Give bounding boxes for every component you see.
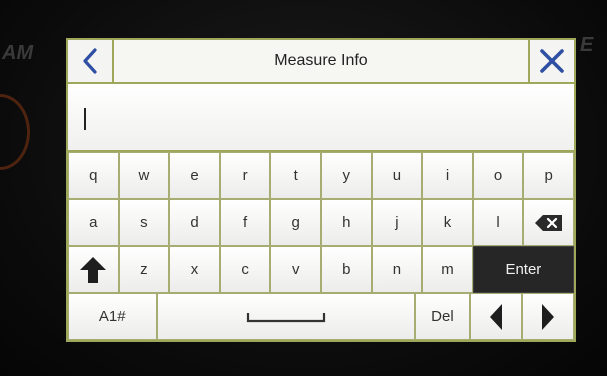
- bezel-decoration-right: E: [580, 34, 594, 56]
- key-p[interactable]: p: [523, 152, 574, 199]
- chevron-left-icon: [83, 48, 97, 74]
- key-w[interactable]: w: [118, 152, 170, 199]
- key-q[interactable]: q: [68, 152, 119, 199]
- key-x[interactable]: x: [169, 246, 220, 293]
- key-b[interactable]: b: [321, 246, 372, 293]
- shift-arrow-up-icon: [80, 256, 107, 283]
- key-i[interactable]: i: [422, 152, 473, 199]
- key-l[interactable]: l: [472, 199, 524, 246]
- key-a[interactable]: a: [68, 199, 119, 246]
- key-c[interactable]: c: [219, 246, 271, 293]
- key-j[interactable]: j: [371, 199, 423, 246]
- key-m[interactable]: m: [422, 246, 473, 293]
- key-e[interactable]: e: [169, 152, 220, 199]
- close-icon: [540, 49, 564, 73]
- key-t[interactable]: t: [270, 152, 321, 199]
- cursor-right-icon: [541, 303, 554, 330]
- space-bar-icon: [246, 312, 325, 322]
- text-input-field[interactable]: [68, 84, 574, 152]
- key-n[interactable]: n: [371, 246, 423, 293]
- delete-key[interactable]: Del: [414, 293, 471, 340]
- device-frame: AM E Measure Info qwertyuiop asdfghjkl zxc…: [0, 0, 607, 376]
- backspace-key[interactable]: [523, 199, 574, 246]
- space-key[interactable]: [156, 293, 415, 340]
- key-v[interactable]: v: [270, 246, 321, 293]
- key-k[interactable]: k: [422, 199, 473, 246]
- cursor-left-key[interactable]: [470, 293, 522, 340]
- key-r[interactable]: r: [219, 152, 271, 199]
- cursor-left-icon: [490, 303, 503, 330]
- text-cursor: [84, 108, 86, 130]
- on-screen-keyboard: q w e r t y u i o p a s d f g h j k l z x c v b n m Enter A1# Del: [68, 152, 574, 340]
- key-z[interactable]: z: [118, 246, 170, 293]
- title-bar: Measure Info: [68, 40, 574, 84]
- key-f[interactable]: f: [219, 199, 271, 246]
- touch-screen: Measure Info qwertyuiop asdfghjkl zxcvbnmE…: [66, 38, 576, 342]
- cursor-right-key[interactable]: [521, 293, 574, 340]
- key-g[interactable]: g: [270, 199, 321, 246]
- bezel-ring: [0, 94, 30, 170]
- back-button[interactable]: [68, 40, 114, 82]
- key-u[interactable]: u: [371, 152, 423, 199]
- key-o[interactable]: o: [472, 152, 524, 199]
- shift-key[interactable]: [68, 246, 119, 293]
- backspace-icon: [534, 214, 562, 231]
- page-title: Measure Info: [114, 40, 528, 82]
- mode-key-a1[interactable]: A1#: [68, 293, 157, 340]
- enter-key[interactable]: Enter: [472, 246, 574, 293]
- key-s[interactable]: s: [118, 199, 170, 246]
- key-h[interactable]: h: [321, 199, 372, 246]
- key-d[interactable]: d: [169, 199, 220, 246]
- close-button[interactable]: [528, 40, 574, 82]
- key-y[interactable]: y: [321, 152, 372, 199]
- bezel-decoration-left: AM: [2, 42, 34, 64]
